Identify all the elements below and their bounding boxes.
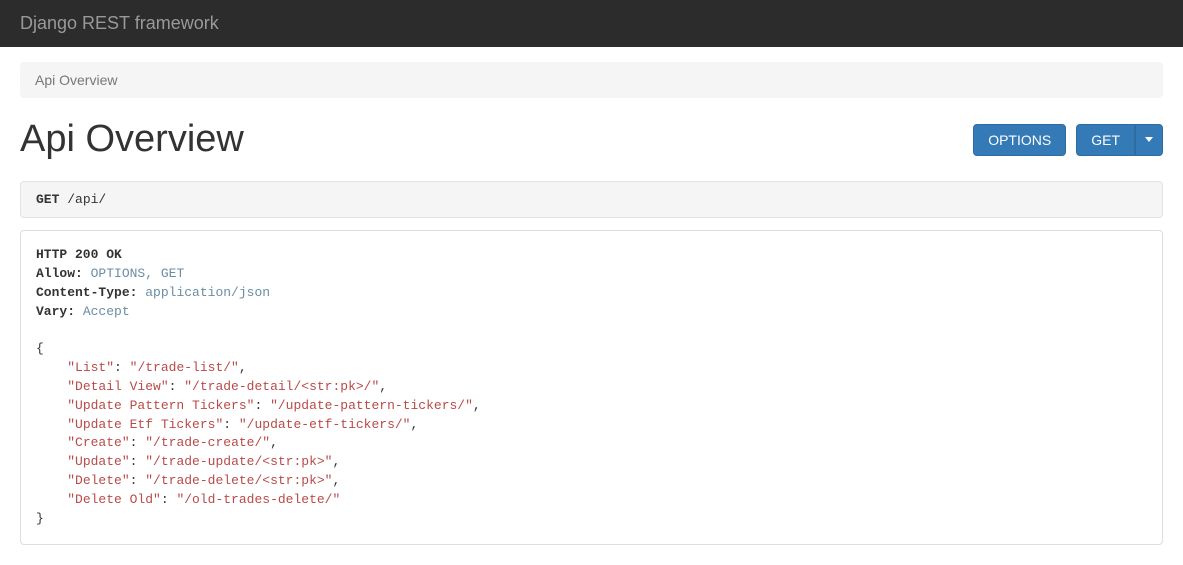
get-button-group: GET <box>1076 124 1163 156</box>
navbar: Django REST framework <box>0 0 1183 47</box>
header-row: Api Overview OPTIONS GET <box>20 118 1163 161</box>
response-block: HTTP 200 OK Allow: OPTIONS, GET Content-… <box>20 230 1163 545</box>
response-header-key: Vary: <box>36 304 75 319</box>
get-dropdown-toggle[interactable] <box>1135 124 1163 156</box>
json-key: "Update Pattern Tickers" <box>67 398 254 413</box>
json-value: "/trade-delete/<str:pk>" <box>145 473 332 488</box>
button-group: OPTIONS GET <box>973 124 1163 156</box>
response-header-value: OPTIONS, GET <box>91 266 185 281</box>
json-value: "/trade-detail/<str:pk>/" <box>184 379 379 394</box>
json-value: "/update-etf-tickers/" <box>239 417 411 432</box>
status-line: HTTP 200 OK <box>36 247 122 262</box>
json-value: "/trade-create/" <box>145 435 270 450</box>
request-method: GET <box>36 192 59 207</box>
response-header-value: Accept <box>83 304 130 319</box>
json-value: "/trade-update/<str:pk>" <box>145 454 332 469</box>
json-key: "Delete" <box>67 473 129 488</box>
json-key: "Create" <box>67 435 129 450</box>
json-value: "/update-pattern-tickers/" <box>270 398 473 413</box>
json-key: "Delete Old" <box>67 492 161 507</box>
json-value: "/trade-list/" <box>130 360 239 375</box>
json-key: "Detail View" <box>67 379 168 394</box>
json-key: "Update Etf Tickers" <box>67 417 223 432</box>
page-title: Api Overview <box>20 118 244 161</box>
breadcrumb-item[interactable]: Api Overview <box>35 72 117 88</box>
request-path: /api/ <box>67 192 106 207</box>
response-header-key: Content-Type: <box>36 285 137 300</box>
response-header-value: application/json <box>145 285 270 300</box>
json-value: "/old-trades-delete/" <box>176 492 340 507</box>
breadcrumb: Api Overview <box>20 62 1163 98</box>
request-line: GET /api/ <box>20 181 1163 218</box>
chevron-down-icon <box>1145 137 1153 142</box>
options-button[interactable]: OPTIONS <box>973 124 1066 156</box>
main-container: Api Overview Api Overview OPTIONS GET GE… <box>0 47 1183 565</box>
brand-link[interactable]: Django REST framework <box>20 13 219 33</box>
response-header-key: Allow: <box>36 266 83 281</box>
json-key: "List" <box>67 360 114 375</box>
get-button[interactable]: GET <box>1076 124 1135 156</box>
json-key: "Update" <box>67 454 129 469</box>
